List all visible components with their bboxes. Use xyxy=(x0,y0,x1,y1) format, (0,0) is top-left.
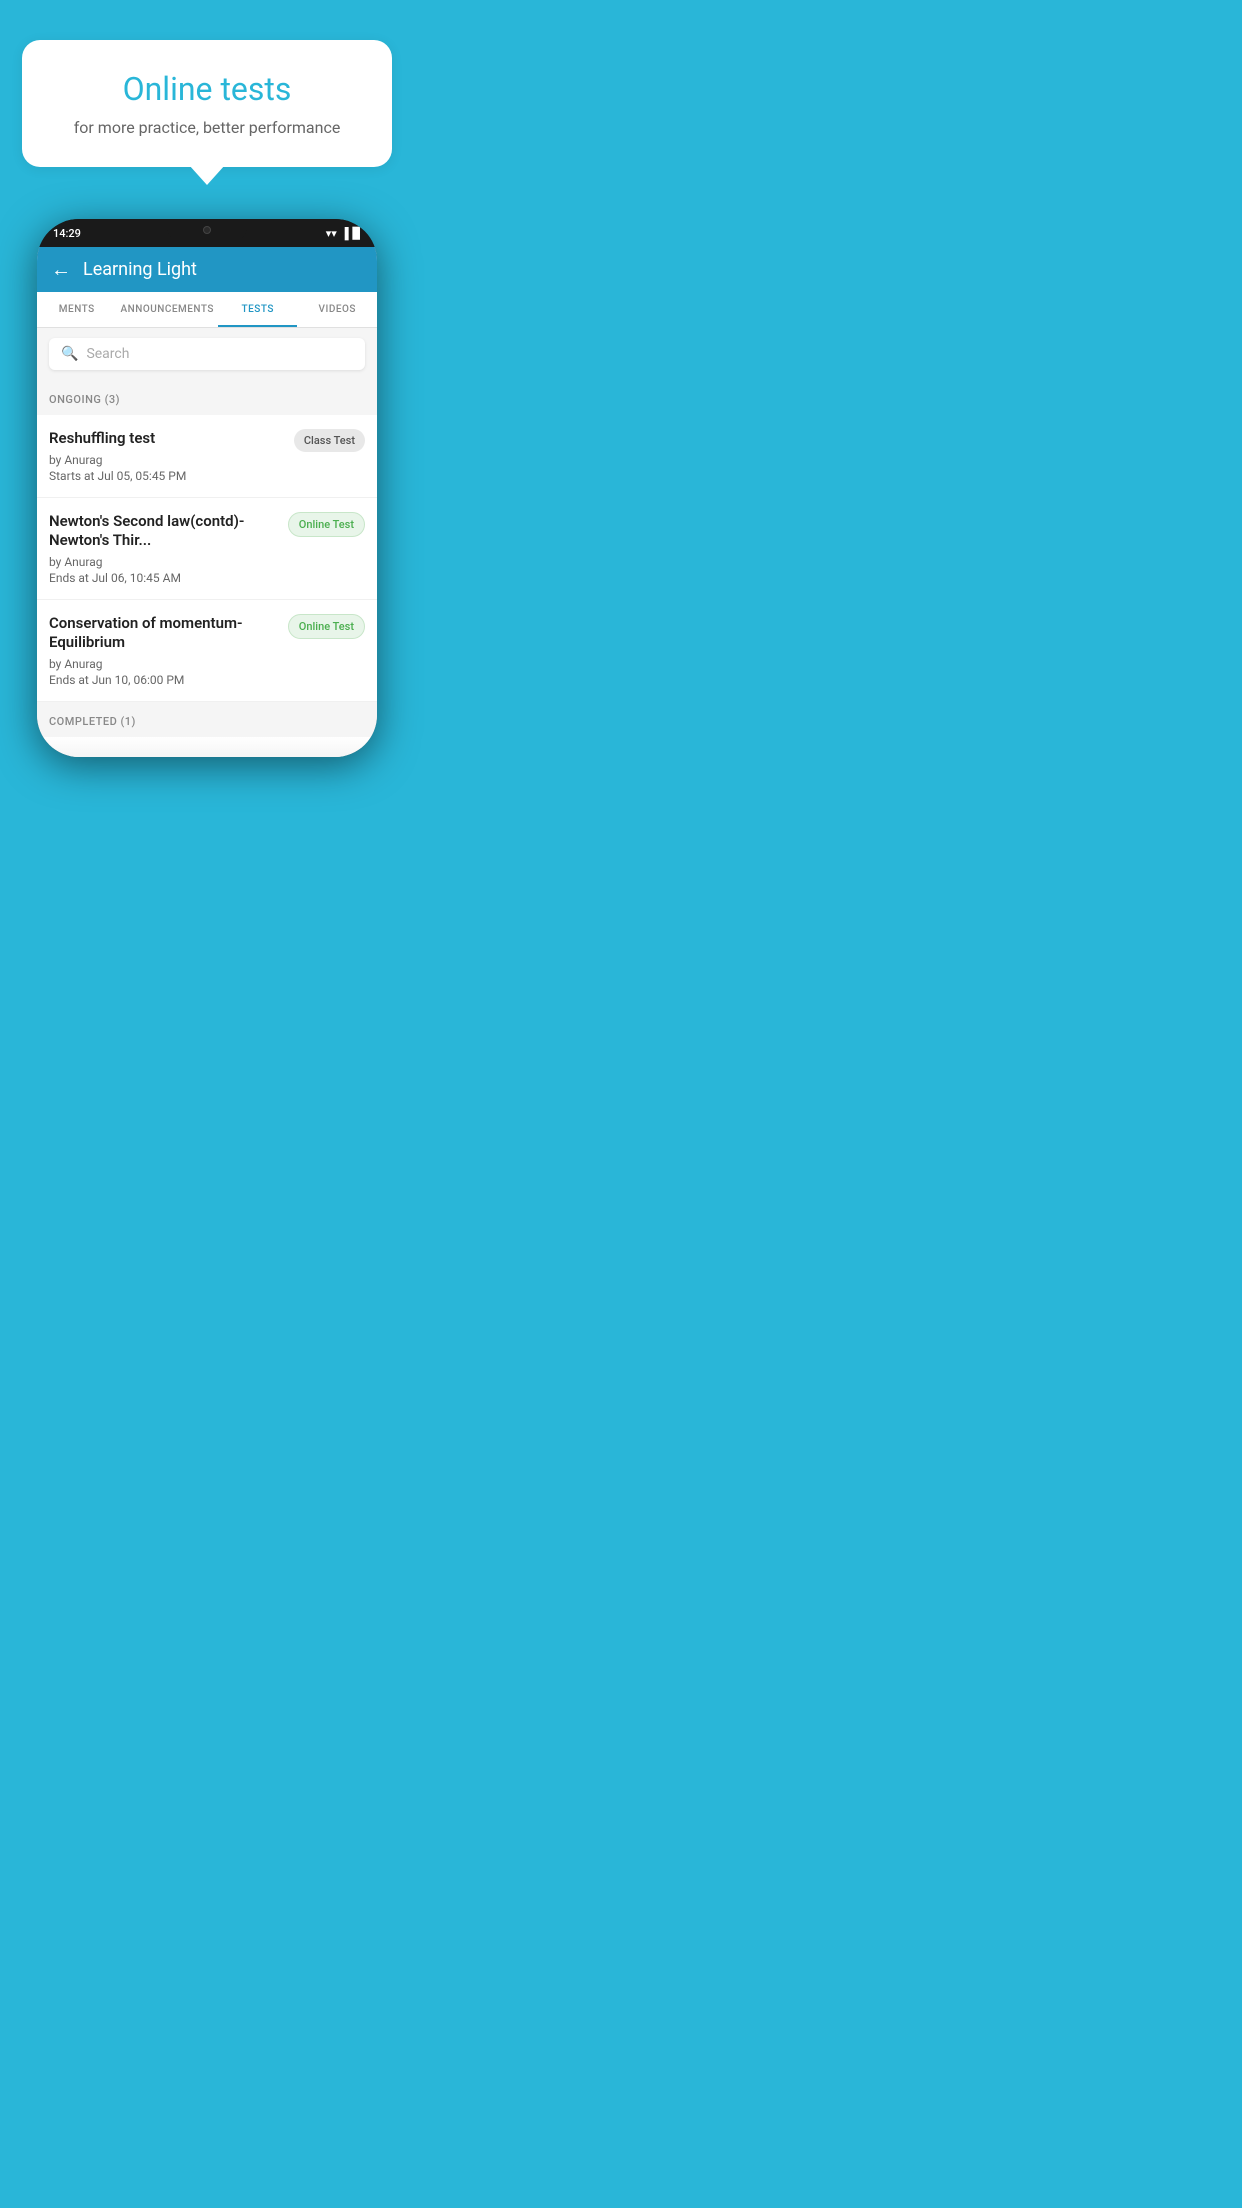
battery-icon: ▉ xyxy=(353,227,361,240)
app-title: Learning Light xyxy=(83,259,197,280)
search-input[interactable]: Search xyxy=(86,346,129,362)
completed-label: COMPLETED (1) xyxy=(49,715,136,728)
phone-wrapper: 14:29 ▾▾ ▐ ▉ ← Learning Light MENTS xyxy=(22,219,392,757)
test-item-1[interactable]: Reshuffling test by Anurag Starts at Jul… xyxy=(37,415,377,498)
bottom-fade xyxy=(37,737,377,757)
search-container: 🔍 Search xyxy=(37,328,377,380)
search-icon: 🔍 xyxy=(61,346,78,362)
app-header: ← Learning Light xyxy=(37,247,377,292)
status-bar: 14:29 ▾▾ ▐ ▉ xyxy=(37,219,377,247)
test-badge-3: Online Test xyxy=(288,614,365,639)
test-title-1: Reshuffling test xyxy=(49,429,284,449)
bubble-subtitle: for more practice, better performance xyxy=(62,118,352,137)
test-info-1: Reshuffling test by Anurag Starts at Jul… xyxy=(49,429,294,483)
status-time: 14:29 xyxy=(53,227,81,240)
tab-tests[interactable]: TESTS xyxy=(218,292,298,327)
status-icons: ▾▾ ▐ ▉ xyxy=(326,227,361,240)
bubble-title: Online tests xyxy=(62,70,352,108)
test-info-3: Conservation of momentum-Equilibrium by … xyxy=(49,614,288,687)
test-badge-1: Class Test xyxy=(294,429,365,452)
tab-bar: MENTS ANNOUNCEMENTS TESTS VIDEOS xyxy=(37,292,377,328)
phone-frame: 14:29 ▾▾ ▐ ▉ ← Learning Light MENTS xyxy=(37,219,377,757)
test-author-3: by Anurag xyxy=(49,657,278,671)
ongoing-section-header: ONGOING (3) xyxy=(37,380,377,415)
test-info-2: Newton's Second law(contd)-Newton's Thir… xyxy=(49,512,288,585)
camera-dot xyxy=(203,226,211,234)
signal-icon: ▐ xyxy=(341,227,349,240)
test-date-1: Starts at Jul 05, 05:45 PM xyxy=(49,469,284,483)
test-date-3: Ends at Jun 10, 06:00 PM xyxy=(49,673,278,687)
test-author-2: by Anurag xyxy=(49,555,278,569)
wifi-icon: ▾▾ xyxy=(326,227,337,240)
test-title-2: Newton's Second law(contd)-Newton's Thir… xyxy=(49,512,278,551)
test-title-3: Conservation of momentum-Equilibrium xyxy=(49,614,278,653)
completed-section-header: COMPLETED (1) xyxy=(37,702,377,737)
test-item-2[interactable]: Newton's Second law(contd)-Newton's Thir… xyxy=(37,498,377,600)
test-item-3[interactable]: Conservation of momentum-Equilibrium by … xyxy=(37,600,377,702)
test-date-2: Ends at Jul 06, 10:45 AM xyxy=(49,571,278,585)
tab-videos[interactable]: VIDEOS xyxy=(297,292,377,327)
ongoing-label: ONGOING (3) xyxy=(49,393,120,406)
back-button[interactable]: ← xyxy=(51,257,71,282)
test-badge-2: Online Test xyxy=(288,512,365,537)
test-list: Reshuffling test by Anurag Starts at Jul… xyxy=(37,415,377,702)
speech-bubble: Online tests for more practice, better p… xyxy=(22,40,392,167)
tab-ments[interactable]: MENTS xyxy=(37,292,117,327)
app-screen: ← Learning Light MENTS ANNOUNCEMENTS TES… xyxy=(37,247,377,757)
search-box[interactable]: 🔍 Search xyxy=(49,338,365,370)
tab-announcements[interactable]: ANNOUNCEMENTS xyxy=(117,292,218,327)
notch xyxy=(167,219,247,241)
test-author-1: by Anurag xyxy=(49,453,284,467)
